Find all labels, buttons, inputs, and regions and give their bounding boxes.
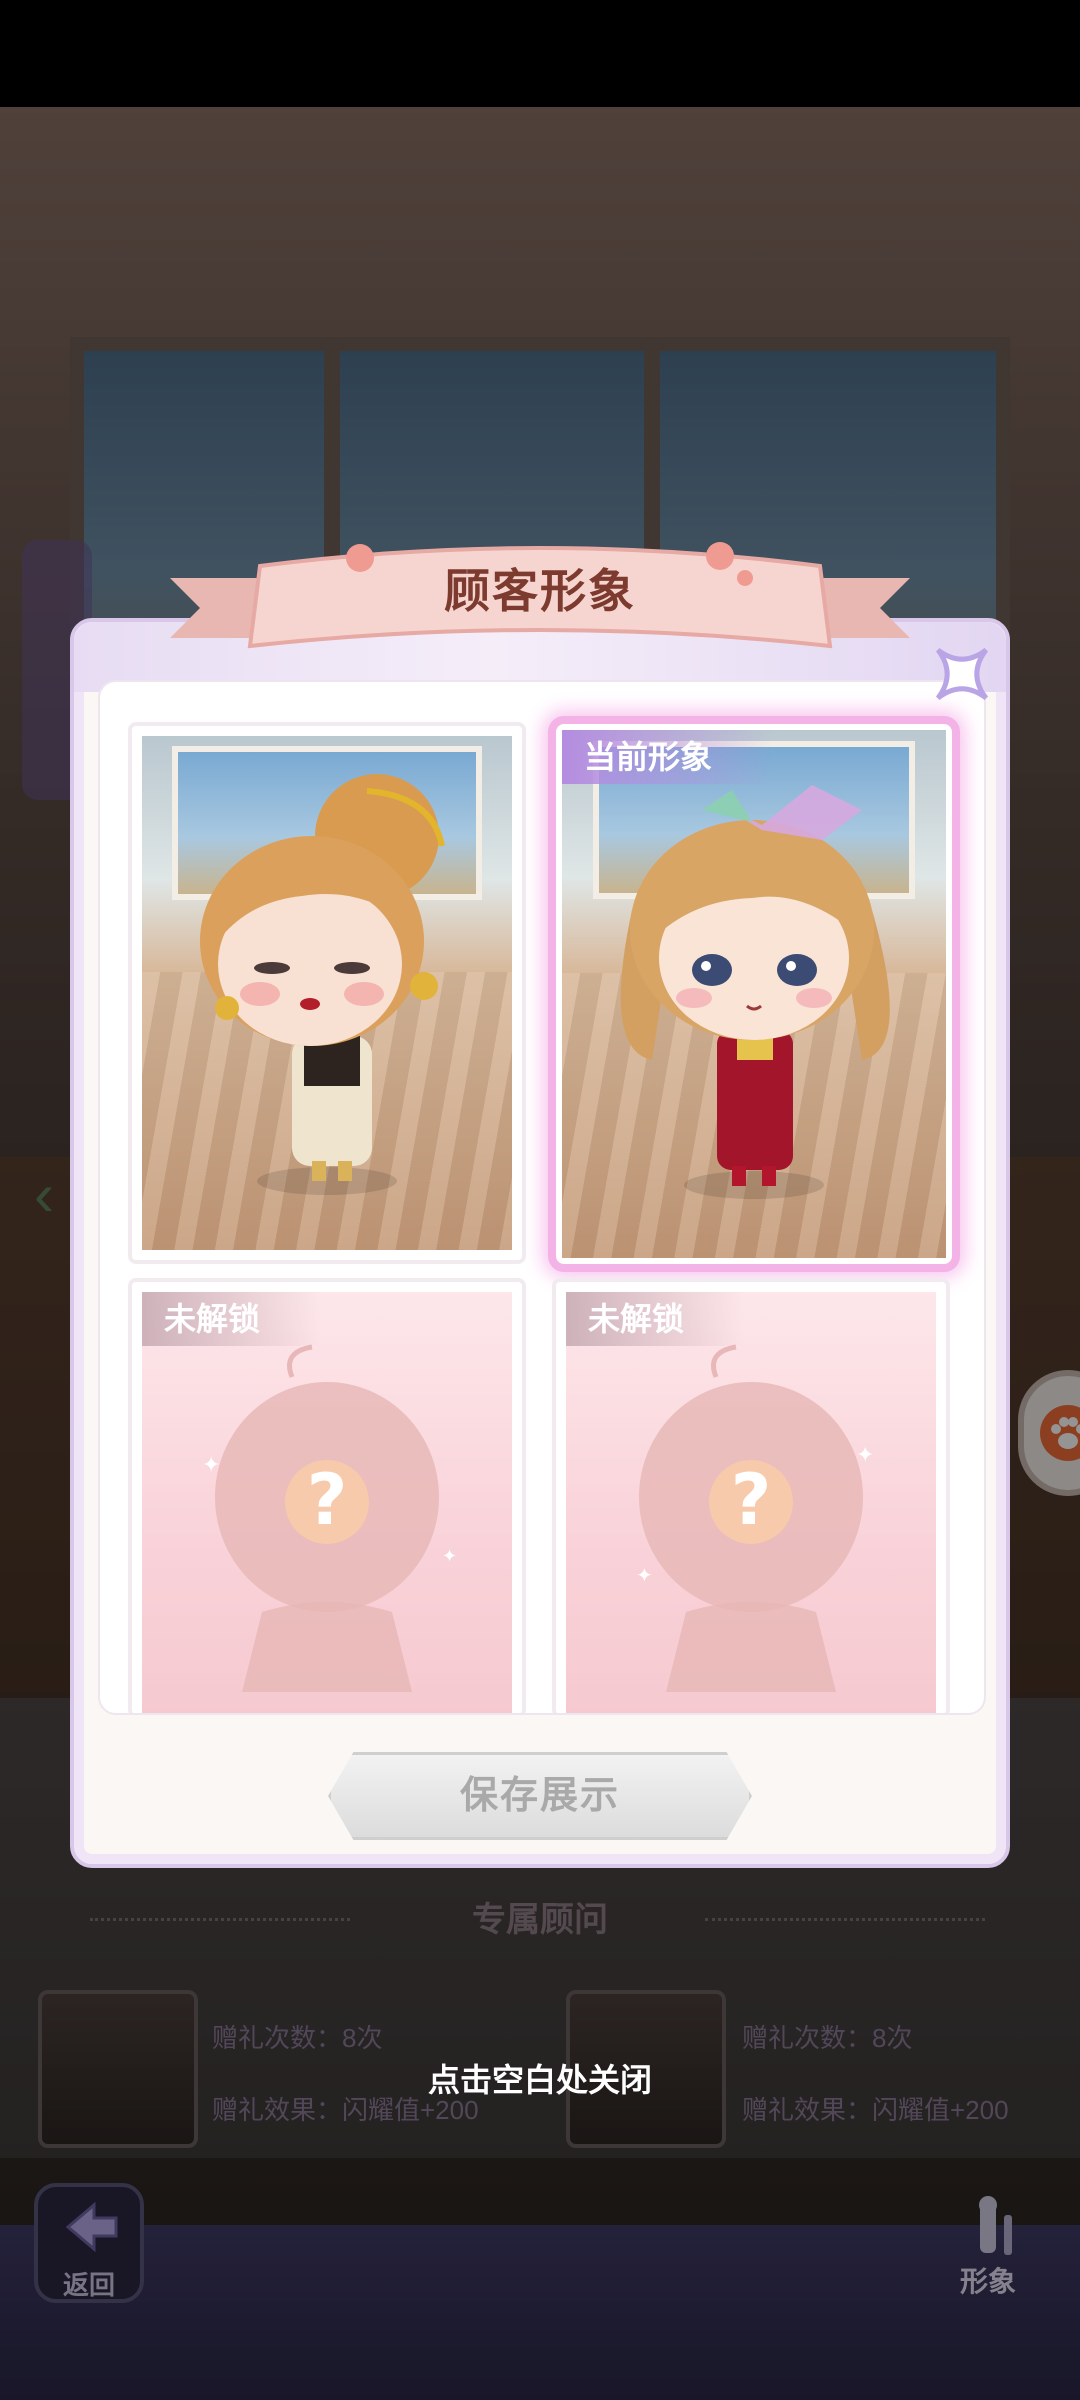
svg-text:✦: ✦	[442, 1546, 457, 1566]
svg-text:✦: ✦	[202, 1452, 220, 1477]
locked-label: 未解锁	[142, 1292, 321, 1346]
look-grid: 当前形象 ? ✦ ✦ 未解锁 ? ✦ ✦ 未解锁	[98, 680, 986, 1715]
look-card-current[interactable]: 当前形象	[548, 716, 960, 1272]
svg-text:✦: ✦	[636, 1565, 653, 1587]
chibi-character-image	[620, 785, 890, 1199]
current-look-label: 当前形象	[562, 730, 773, 784]
locked-label: 未解锁	[566, 1292, 745, 1346]
tap-to-close-hint: 点击空白处关闭	[427, 2062, 652, 2098]
close-icon[interactable]	[924, 636, 1000, 712]
look-card[interactable]	[128, 722, 526, 1264]
chibi-character-image	[200, 774, 445, 1195]
dialog-title: 顾客形象	[444, 565, 636, 617]
svg-text:?: ?	[307, 1459, 348, 1541]
look-card-locked[interactable]: ? ✦ ✦ 未解锁	[128, 1278, 526, 1713]
svg-text:✦: ✦	[856, 1442, 874, 1467]
svg-text:?: ?	[731, 1459, 772, 1541]
save-display-button[interactable]: 保存展示	[328, 1752, 752, 1840]
locked-silhouette-icon: ? ✦ ✦	[636, 1344, 874, 1692]
locked-silhouette-icon: ? ✦ ✦	[202, 1344, 457, 1692]
look-card-locked[interactable]: ? ✦ ✦ 未解锁	[552, 1278, 950, 1713]
